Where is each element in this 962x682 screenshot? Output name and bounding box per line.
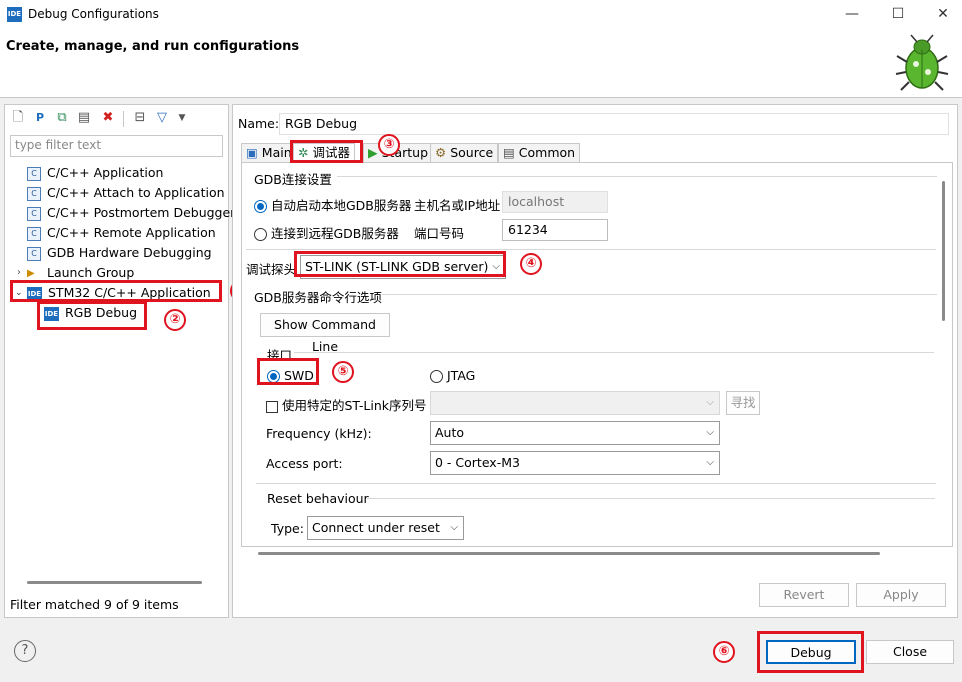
close-button[interactable]: Close	[866, 640, 954, 664]
gdb-server-cmd-label: GDB服务器命令行选项	[254, 290, 382, 305]
startup-tab-icon: ▶	[368, 145, 378, 160]
reset-behaviour-label: Reset behaviour	[267, 491, 369, 506]
chevron-down-icon: ⌵	[706, 397, 714, 408]
gdb-connection-group-label: GDB连接设置	[254, 172, 332, 187]
new-prototype-icon[interactable]: P	[31, 109, 49, 127]
title-bar: IDE Debug Configurations — ☐ ✕	[0, 0, 962, 30]
annotation-5: ⑤	[332, 361, 354, 383]
highlight-box-2	[37, 301, 147, 330]
dialog-header: Create, manage, and run configurations	[0, 30, 962, 98]
use-serial-checkbox[interactable]: 使用特定的ST-Link序列号	[266, 395, 427, 414]
host-label: 主机名或IP地址	[414, 198, 501, 213]
common-tab-icon: ▤	[503, 145, 515, 160]
access-port-select[interactable]: 0 - Cortex-M3 ⌵	[430, 451, 720, 475]
ide-app-icon: IDE	[7, 7, 22, 22]
header-title: Create, manage, and run configurations	[6, 39, 300, 54]
tree-item-cpp-postmortem[interactable]: C C/C++ Postmortem Debugger	[27, 203, 235, 223]
highlight-box-5	[257, 358, 319, 385]
debugger-tab-panel: GDB连接设置 自动启动本地GDB服务器 主机名或IP地址 localhost …	[241, 162, 953, 555]
help-icon[interactable]: ?	[14, 640, 36, 662]
section-divider	[256, 483, 936, 484]
tree-item-gdb-hardware[interactable]: C GDB Hardware Debugging	[27, 243, 235, 263]
port-label: 端口号码	[414, 226, 465, 241]
revert-button[interactable]: Revert	[759, 583, 849, 607]
cpp-config-icon: C	[27, 246, 41, 261]
cpp-config-icon: C	[27, 186, 41, 201]
highlight-box-6	[757, 631, 864, 673]
radio-remote-gdb[interactable]: 连接到远程GDB服务器	[254, 223, 399, 242]
filter-status: Filter matched 9 of 9 items	[10, 597, 179, 612]
chevron-down-icon: ⌵	[706, 427, 714, 438]
new-config-icon[interactable]: 🗋	[9, 109, 27, 127]
horizontal-scrollbar[interactable]	[27, 581, 202, 584]
section-divider	[246, 249, 936, 250]
tab-source[interactable]: ⚙ Source	[430, 143, 499, 163]
chevron-down-icon: ⌵	[450, 522, 458, 533]
annotation-3: ③	[378, 134, 400, 156]
debug-bug-icon	[895, 34, 949, 91]
host-field[interactable]: localhost	[502, 191, 608, 213]
group-divider	[294, 352, 934, 353]
debug-probe-label: 调试探头	[246, 262, 297, 277]
radio-jtag-indicator[interactable]	[430, 370, 443, 383]
window-title: Debug Configurations	[28, 7, 159, 21]
cpp-config-icon: C	[27, 206, 41, 221]
config-tree-pane: 🗋 P ⧉ ▤ ✖ ⊟ ▽ ▼ type filter text C C/C++ …	[4, 104, 235, 618]
radio-local-gdb[interactable]: 自动启动本地GDB服务器	[254, 195, 411, 214]
frequency-select[interactable]: Auto ⌵	[430, 421, 720, 445]
radio-jtag[interactable]: JTAG	[430, 368, 475, 383]
annotation-2: ②	[164, 309, 186, 331]
collapse-all-icon[interactable]: ⊟	[131, 109, 149, 127]
tab-main[interactable]: ▣ Main	[241, 143, 297, 163]
toolbar-divider	[123, 111, 124, 127]
reset-type-label: Type:	[271, 521, 304, 536]
filter-input[interactable]: type filter text	[10, 135, 223, 157]
serial-select[interactable]: ⌵	[430, 391, 720, 415]
reset-type-select[interactable]: Connect under reset ⌵	[307, 516, 464, 540]
main-tab-icon: ▣	[246, 145, 258, 160]
name-label: Name:	[238, 116, 280, 131]
group-divider	[337, 176, 937, 177]
vertical-scrollbar[interactable]	[942, 181, 945, 321]
highlight-box-3	[290, 140, 363, 163]
tree-item-cpp-remote[interactable]: C C/C++ Remote Application	[27, 223, 235, 243]
chevron-down-icon: ⌵	[706, 457, 714, 468]
tree-item-cpp-attach[interactable]: C C/C++ Attach to Application	[27, 183, 235, 203]
minimize-button[interactable]: —	[829, 0, 875, 30]
checkbox-indicator[interactable]	[266, 400, 278, 413]
duplicate-icon[interactable]: ⧉	[53, 109, 71, 127]
annotation-4: ④	[520, 253, 542, 275]
cpp-config-icon: C	[27, 166, 41, 181]
radio-local-indicator[interactable]	[254, 200, 267, 213]
close-window-button[interactable]: ✕	[920, 0, 962, 30]
tree-item-cpp-application[interactable]: C C/C++ Application	[27, 163, 235, 183]
source-tab-icon: ⚙	[435, 145, 447, 160]
export-icon[interactable]: ▤	[75, 109, 93, 127]
delete-icon[interactable]: ✖	[99, 109, 117, 127]
group-divider	[382, 294, 937, 295]
annotation-6: ⑥	[713, 641, 735, 663]
find-button[interactable]: 寻找	[726, 391, 760, 415]
horizontal-scrollbar[interactable]	[258, 552, 880, 555]
group-divider	[367, 498, 935, 499]
tab-common[interactable]: ▤ Common	[498, 143, 581, 163]
menu-dropdown-icon[interactable]: ▼	[173, 109, 191, 127]
highlight-box-1	[10, 280, 222, 302]
access-port-label: Access port:	[266, 456, 343, 471]
radio-remote-indicator[interactable]	[254, 228, 267, 241]
highlight-box-4	[294, 251, 506, 277]
name-field[interactable]: RGB Debug	[279, 113, 949, 135]
cpp-config-icon: C	[27, 226, 41, 241]
filter-icon[interactable]: ▽	[153, 109, 171, 127]
frequency-label: Frequency (kHz):	[266, 426, 372, 441]
apply-button[interactable]: Apply	[856, 583, 946, 607]
maximize-button[interactable]: ☐	[875, 0, 921, 30]
port-field[interactable]: 61234	[502, 219, 608, 241]
show-command-line-button[interactable]: Show Command Line	[260, 313, 390, 354]
